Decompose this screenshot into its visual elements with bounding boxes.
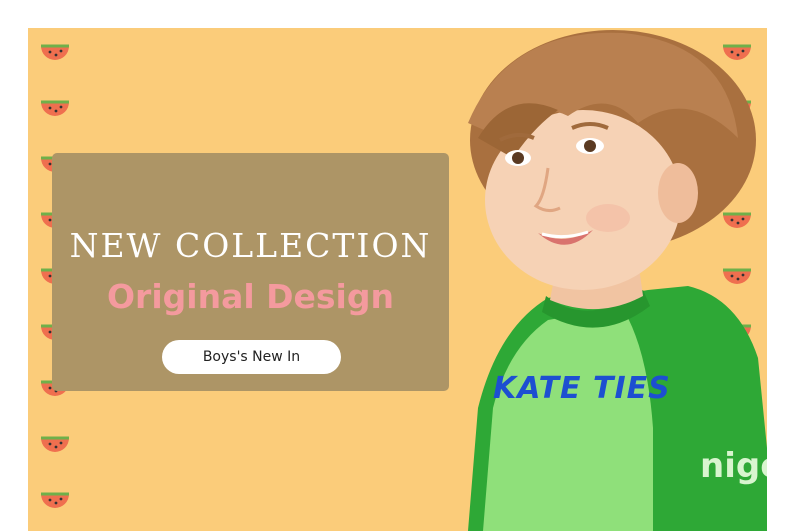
watermelon-slice-icon <box>38 40 72 68</box>
boy-model-image: KATE TIES nigo <box>438 28 767 531</box>
watermelon-slice-icon <box>38 432 72 460</box>
collection-heading: NEW COLLECTION <box>69 226 432 265</box>
watermelon-slice-icon <box>38 96 72 124</box>
boys-new-in-button[interactable]: Boys's New In <box>162 340 341 374</box>
watermelon-slice-icon <box>38 488 72 516</box>
shirt-print-text: KATE TIES <box>493 371 671 406</box>
collection-panel: NEW COLLECTION Original Design Boys's Ne… <box>52 153 449 391</box>
sleeve-print-text: nigo <box>700 446 767 486</box>
collection-subheading: Original Design <box>107 277 394 316</box>
